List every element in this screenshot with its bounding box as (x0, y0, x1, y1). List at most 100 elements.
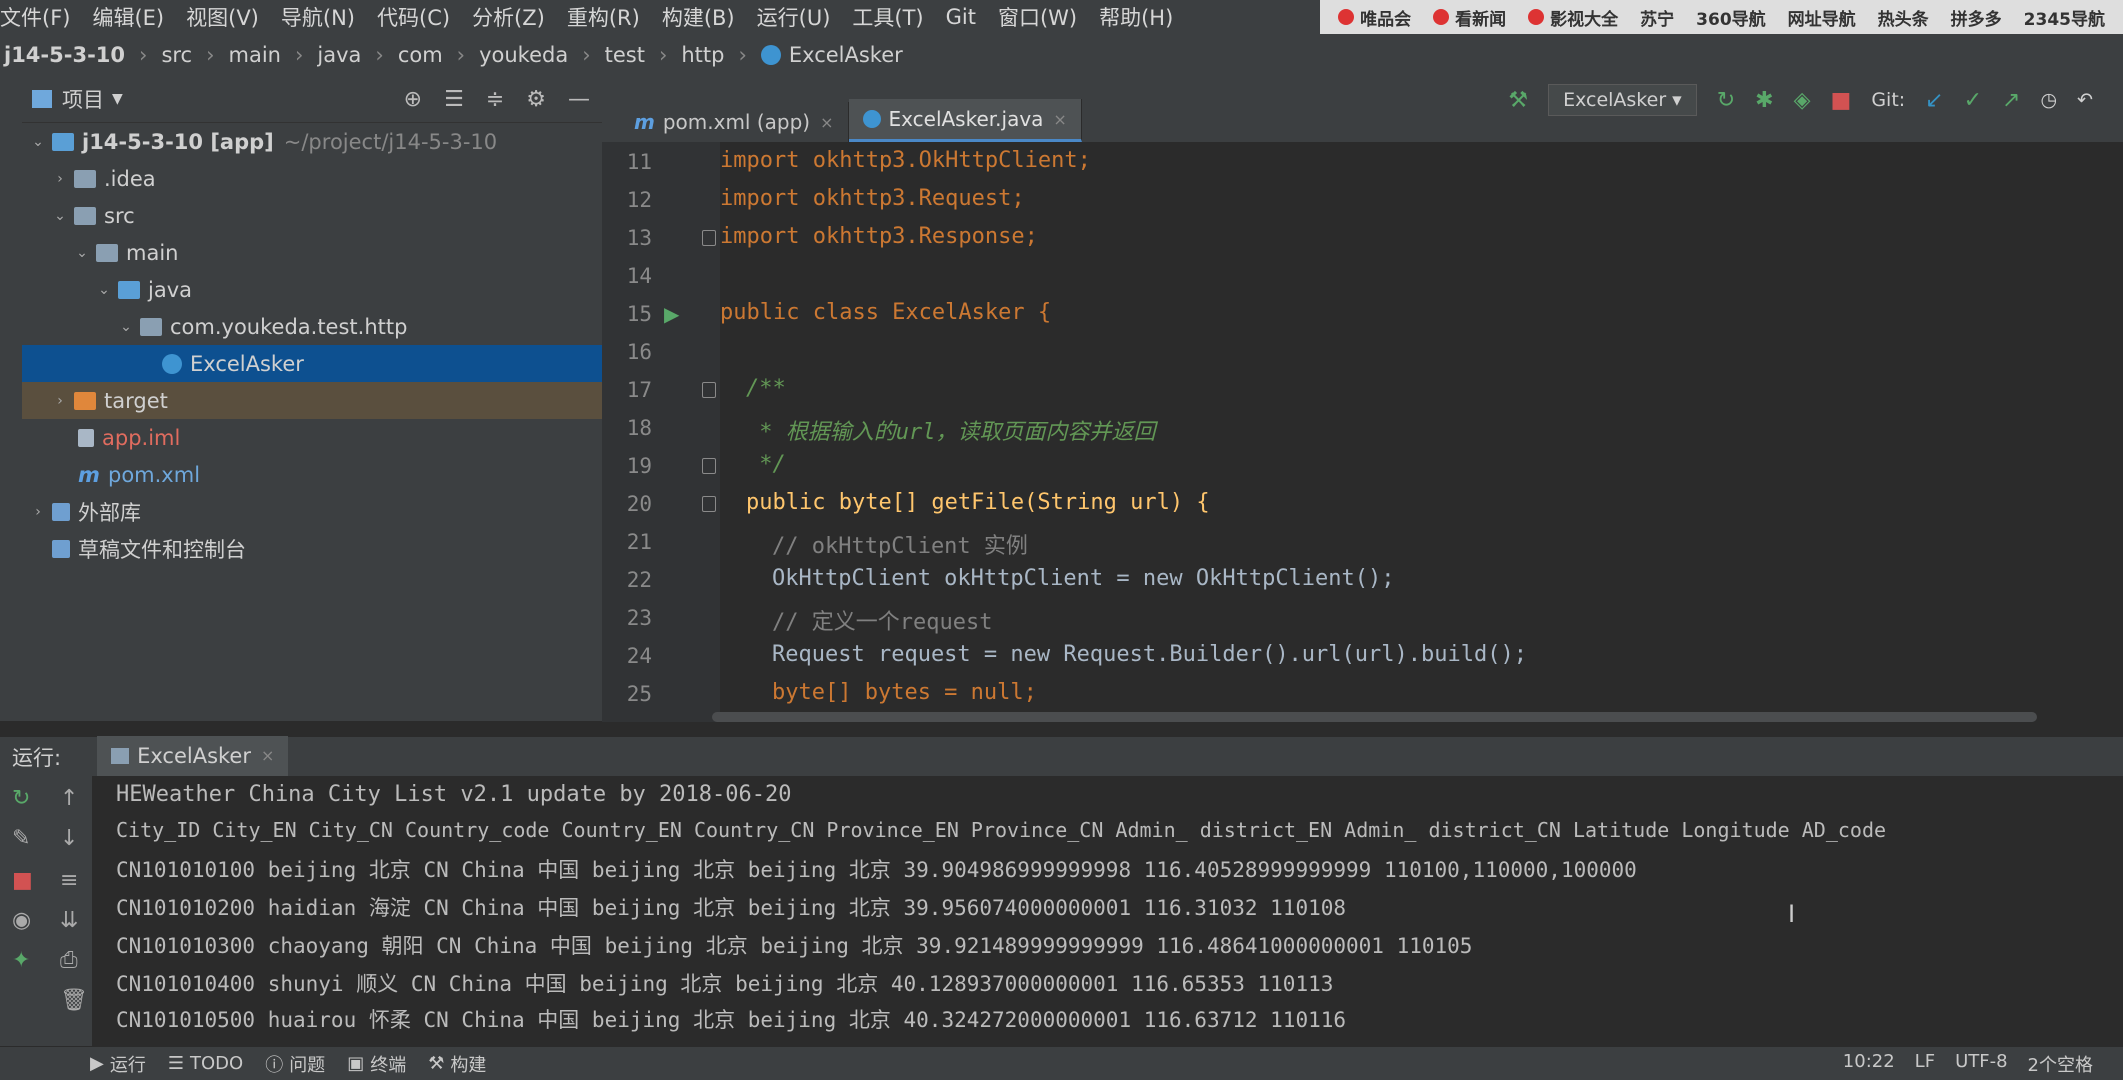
code-line[interactable]: import okhttp3.Response; (720, 224, 1038, 249)
bookmark-2345[interactable]: 2345导航 (2024, 5, 2105, 30)
tree-item-main[interactable]: ⌄ main (22, 234, 602, 271)
hammer-icon[interactable]: ⚒ (1508, 88, 1528, 113)
locate-icon[interactable]: ⊕ (404, 87, 422, 112)
menu-tools[interactable]: 工具(T) (852, 2, 923, 32)
code-editor[interactable]: import okhttp3.OkHttpClient; import okht… (720, 142, 2123, 722)
fold-icon[interactable] (702, 496, 716, 512)
chevron-down-icon[interactable]: ⌄ (72, 245, 92, 261)
bookmark-video[interactable]: 影视大全 (1528, 5, 1618, 30)
menu-navigate[interactable]: 导航(N) (281, 2, 355, 32)
status-tab-todo[interactable]: ☰ TODO (168, 1053, 243, 1074)
chevron-down-icon[interactable]: ⌄ (50, 208, 70, 224)
breadcrumb-http[interactable]: http (681, 43, 724, 67)
fold-icon[interactable] (702, 458, 716, 474)
code-line[interactable]: import okhttp3.OkHttpClient; (720, 148, 1091, 173)
menu-view[interactable]: 视图(V) (186, 2, 259, 32)
close-icon[interactable]: × (261, 746, 274, 765)
editor-horizontal-scrollbar[interactable] (712, 712, 2037, 722)
menu-refactor[interactable]: 重构(R) (567, 2, 640, 32)
tree-item-java[interactable]: ⌄ java (22, 271, 602, 308)
menu-edit[interactable]: 编辑(E) (92, 2, 164, 32)
code-line[interactable]: */ (746, 452, 786, 477)
rerun-icon[interactable]: ↻ (12, 786, 30, 811)
status-tab-problems[interactable]: ⓘ 问题 (265, 1051, 325, 1077)
breadcrumb-class[interactable]: ExcelAsker (789, 43, 903, 67)
run-gutter-icon[interactable]: ▶ (664, 302, 679, 326)
indent-setting[interactable]: 2个空格 (2028, 1051, 2093, 1077)
chevron-down-icon[interactable]: ▼ (112, 91, 123, 107)
trash-icon[interactable]: 🗑 (60, 988, 88, 1013)
chevron-down-icon[interactable]: ⌄ (94, 282, 114, 298)
bookmark-360[interactable]: 360导航 (1696, 5, 1766, 30)
menu-build[interactable]: 构建(B) (662, 2, 735, 32)
tree-item-scratches[interactable]: 草稿文件和控制台 (22, 530, 602, 567)
code-line[interactable]: Request request = new Request.Builder().… (772, 642, 1527, 667)
code-line[interactable]: // okHttpClient 实例 (772, 528, 1028, 560)
git-update-icon[interactable]: ↙ (1925, 88, 1943, 113)
tree-item-external-libs[interactable]: › 外部库 (22, 493, 602, 530)
chevron-right-icon[interactable]: › (50, 171, 70, 187)
code-line[interactable]: * 根据输入的url，读取页面内容并返回 (746, 414, 1155, 446)
coverage-icon[interactable]: ◈ (1794, 88, 1811, 113)
menu-analyze[interactable]: 分析(Z) (472, 2, 545, 32)
breadcrumb-project[interactable]: j14-5-3-10 (4, 43, 125, 67)
history-icon[interactable]: ◷ (2040, 89, 2057, 111)
fold-icon[interactable] (702, 230, 716, 246)
chevron-down-icon[interactable]: ⌄ (28, 134, 48, 150)
breadcrumb-youkeda[interactable]: youkeda (479, 43, 568, 67)
menu-file[interactable]: 文件(F) (0, 2, 70, 32)
soft-wrap-icon[interactable]: ≡ (60, 868, 78, 893)
hide-icon[interactable]: — (568, 87, 590, 112)
tree-item-app-iml[interactable]: app.iml (22, 419, 602, 456)
code-line[interactable]: import okhttp3.Request; (720, 186, 1025, 211)
menu-git[interactable]: Git (946, 5, 976, 29)
tree-item-pom[interactable]: m pom.xml (22, 456, 602, 493)
debug-icon[interactable]: ✱ (1755, 88, 1773, 113)
rerun-icon[interactable]: ↻ (1717, 88, 1735, 113)
line-separator[interactable]: LF (1915, 1051, 1935, 1077)
tree-item-target[interactable]: › target (22, 382, 602, 419)
pin-icon[interactable]: ✦ (12, 948, 30, 973)
code-line[interactable]: /** (746, 376, 786, 401)
breadcrumb-com[interactable]: com (398, 43, 443, 67)
arrow-down-icon[interactable]: ↓ (60, 826, 78, 851)
chevron-down-icon[interactable]: ⌄ (116, 319, 136, 335)
stop-icon[interactable]: ■ (1831, 88, 1852, 113)
run-config-select[interactable]: ExcelAsker ▾ (1548, 84, 1697, 116)
menu-run[interactable]: 运行(U) (757, 2, 831, 32)
run-console[interactable]: HEWeather China City List v2.1 update by… (92, 776, 2123, 1046)
bookmark-vip[interactable]: 唯品会 (1338, 5, 1411, 30)
breadcrumb-test[interactable]: test (605, 43, 645, 67)
menu-window[interactable]: 窗口(W) (998, 2, 1077, 32)
bookmark-news[interactable]: 看新闻 (1433, 5, 1506, 30)
tab-pom-xml[interactable]: m pom.xml (app) × (620, 102, 849, 142)
status-tab-build[interactable]: ⚒ 构建 (428, 1051, 486, 1077)
tree-item-project-root[interactable]: ⌄ j14-5-3-10 [app] ~/project/j14-5-3-10 (22, 123, 602, 160)
file-encoding[interactable]: UTF-8 (1955, 1051, 2007, 1077)
tree-item-idea[interactable]: › .idea (22, 160, 602, 197)
tree-item-excelasker[interactable]: ExcelAsker (22, 345, 602, 382)
chevron-right-icon[interactable]: › (50, 393, 70, 409)
scroll-to-end-icon[interactable]: ⇊ (60, 908, 78, 933)
gear-icon[interactable]: ⚙ (526, 87, 546, 112)
menu-code[interactable]: 代码(C) (377, 2, 450, 32)
close-icon[interactable]: × (1053, 110, 1066, 129)
rollback-icon[interactable]: ↶ (2077, 89, 2093, 111)
code-line[interactable]: public class ExcelAsker { (720, 300, 1051, 325)
bookmark-hot[interactable]: 热头条 (1878, 5, 1929, 30)
close-icon[interactable]: × (820, 113, 833, 132)
git-push-icon[interactable]: ↗ (2002, 88, 2020, 113)
expand-all-icon[interactable]: ☰ (444, 87, 464, 112)
collapse-all-icon[interactable]: ≑ (486, 87, 504, 112)
bookmark-pdd[interactable]: 拼多多 (1951, 5, 2002, 30)
status-tab-run[interactable]: ▶ 运行 (90, 1051, 146, 1077)
code-line[interactable]: OkHttpClient okHttpClient = new OkHttpCl… (772, 566, 1395, 591)
print-icon[interactable]: ⎙ (60, 948, 78, 973)
chevron-right-icon[interactable]: › (28, 504, 48, 520)
fold-icon[interactable] (702, 382, 716, 398)
caret-position[interactable]: 10:22 (1843, 1051, 1895, 1077)
bookmark-suning[interactable]: 苏宁 (1640, 5, 1674, 30)
run-tab-excelasker[interactable]: ExcelAsker × (97, 735, 289, 779)
tree-item-src[interactable]: ⌄ src (22, 197, 602, 234)
code-line[interactable]: // 定义一个request (772, 604, 992, 636)
